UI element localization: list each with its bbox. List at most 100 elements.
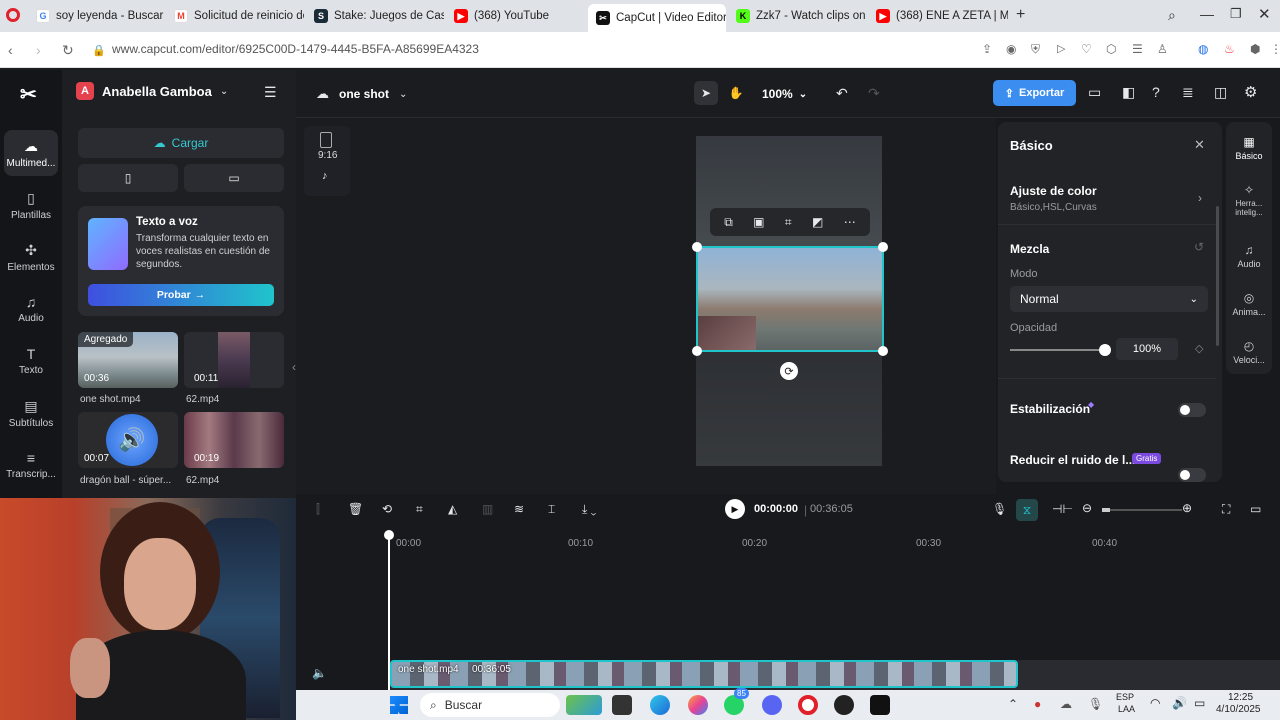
heart-icon[interactable]: ♡ xyxy=(1081,42,1092,56)
browser-tab-active[interactable]: ✂ CapCut | Video Editor | All xyxy=(588,4,726,32)
tiktok-icon[interactable]: ♪ xyxy=(322,170,328,182)
nav-templates[interactable]: ▯ Plantillas xyxy=(4,182,58,228)
capcut-logo-icon[interactable]: ✂ xyxy=(20,82,37,107)
ratio-phone-icon[interactable] xyxy=(320,132,332,148)
undo-icon[interactable]: ↶ xyxy=(836,85,848,102)
wifi-icon[interactable]: ◠ xyxy=(1150,696,1160,710)
forward-icon[interactable]: › xyxy=(36,42,41,58)
help-icon[interactable]: ? xyxy=(1152,84,1160,100)
nav-transcript[interactable]: ≡ Transcrip... xyxy=(4,442,58,488)
rail-audio[interactable]: ♫ Audio xyxy=(1226,238,1272,274)
feedback-icon[interactable]: ▭ xyxy=(1250,502,1261,516)
close-window-icon[interactable]: ✕ xyxy=(1258,5,1271,23)
opacity-slider[interactable] xyxy=(1010,349,1106,351)
zoom-in-icon[interactable]: ⊕ xyxy=(1182,501,1192,515)
search-tabs-icon[interactable]: ⌕ xyxy=(1168,7,1176,24)
mic-tray-icon[interactable]: 🎙 xyxy=(1088,697,1103,711)
present-icon[interactable]: ▭ xyxy=(1088,84,1101,101)
onedrive-icon[interactable]: ☁ xyxy=(1060,697,1072,711)
fit-icon[interactable]: ▣ xyxy=(753,215,764,229)
ratio-label[interactable]: 9:16 xyxy=(318,150,337,161)
export-button[interactable]: ⇪ Exportar xyxy=(993,80,1076,106)
new-tab-icon[interactable]: + xyxy=(1016,6,1025,24)
crop-icon[interactable]: ⌗ xyxy=(416,502,423,517)
menu-lines-icon[interactable]: ☰ xyxy=(1132,42,1143,56)
panel-menu-icon[interactable]: ☰ xyxy=(264,84,277,101)
keyframe-icon[interactable]: ◇ xyxy=(1195,342,1203,355)
crop-icon[interactable]: ⌗ xyxy=(785,215,792,230)
stabilization-toggle[interactable] xyxy=(1178,403,1206,417)
nav-audio[interactable]: ♫ Audio xyxy=(4,286,58,332)
split-icon[interactable]: ⫿ xyxy=(316,502,320,517)
widgets-icon[interactable] xyxy=(566,695,602,715)
play-icon[interactable]: ▷ xyxy=(1057,42,1065,55)
close-icon[interactable]: ✕ xyxy=(1194,137,1205,153)
nav-text[interactable]: T Texto xyxy=(4,338,58,384)
select-tool-button[interactable]: ➤ xyxy=(694,81,718,105)
browser-tab[interactable]: G soy leyenda - Buscar con G xyxy=(28,4,164,28)
chevron-up-icon[interactable]: ⌃ xyxy=(1008,697,1018,711)
minimize-icon[interactable]: — xyxy=(1200,6,1214,22)
edge-icon[interactable] xyxy=(650,695,670,715)
discord-icon[interactable] xyxy=(762,695,782,715)
nav-subtitles[interactable]: ▤ Subtítulos xyxy=(4,390,58,436)
obs-icon[interactable] xyxy=(834,695,854,715)
more-icon[interactable]: ⋮ xyxy=(1270,42,1280,56)
rail-animation[interactable]: ◎ Anima... xyxy=(1226,286,1272,322)
media-thumb[interactable]: 00:11 xyxy=(184,332,284,388)
browser-tab[interactable]: S Stake: Juegos de Casino O xyxy=(306,4,444,28)
file-explorer-icon[interactable] xyxy=(612,695,632,715)
delete-icon[interactable]: 🗑 xyxy=(348,502,363,516)
share-icon[interactable]: ⇪ xyxy=(982,42,992,56)
rail-basic[interactable]: ▦ Básico xyxy=(1226,130,1272,166)
opera-icon[interactable] xyxy=(6,8,20,22)
lang-label[interactable]: ESP xyxy=(1116,692,1134,702)
region-label[interactable]: LAA xyxy=(1118,704,1135,714)
restore-icon[interactable]: ❐ xyxy=(1230,6,1242,22)
noise-toggle[interactable] xyxy=(1178,468,1206,482)
volume-icon[interactable]: 🔊 xyxy=(1172,696,1187,710)
zoom-slider[interactable] xyxy=(1102,509,1182,511)
zoom-slider-knob[interactable] xyxy=(1102,508,1110,512)
box-icon[interactable]: ⬢ xyxy=(1250,42,1260,56)
taskbar-search[interactable]: ⌕ Buscar xyxy=(420,693,560,717)
fire-icon[interactable]: ♨ xyxy=(1224,42,1235,56)
browser-tab[interactable]: ▶ (368) ENE A ZETA | MOM xyxy=(868,4,1008,28)
screen-upload-button[interactable]: ▭ xyxy=(184,164,284,192)
magnet-button[interactable]: ⧖ xyxy=(1016,499,1038,521)
fit-timeline-icon[interactable]: ⛶ xyxy=(1222,502,1230,517)
zoom-selector[interactable]: 100% ⌄ xyxy=(762,87,807,101)
tray-icon[interactable]: ● xyxy=(1034,697,1041,711)
replace-icon[interactable]: ⧉ xyxy=(724,215,733,230)
mask-icon[interactable]: ◩ xyxy=(812,215,823,229)
battery-icon[interactable]: ▭ xyxy=(1194,696,1205,710)
freeze-icon[interactable]: ▥ xyxy=(482,502,493,516)
back-icon[interactable]: ‹ xyxy=(8,42,13,58)
browser-tab[interactable]: ▶ (368) YouTube xyxy=(446,4,586,28)
opacity-value[interactable]: 100% xyxy=(1116,338,1178,360)
redo-icon[interactable]: ↷ xyxy=(868,85,880,102)
publish-icon[interactable]: ◧ xyxy=(1122,84,1135,101)
settings-icon[interactable]: ⚙ xyxy=(1244,83,1257,101)
capcut-taskbar-icon[interactable] xyxy=(870,695,890,715)
copilot-icon[interactable] xyxy=(688,695,708,715)
url-field[interactable]: www.capcut.com/editor/6925C00D-1479-4445… xyxy=(112,42,479,56)
trim-icon[interactable]: ⌶ xyxy=(548,502,555,517)
split-view-icon[interactable]: ⊣⊢ xyxy=(1052,502,1073,516)
hand-tool-button[interactable]: ✋ xyxy=(724,81,748,105)
media-thumb[interactable]: Agregado 00:36 xyxy=(78,332,178,388)
loop-icon[interactable]: ⟲ xyxy=(382,502,392,516)
browser-tab[interactable]: K Zzk7 - Watch clips on Kick xyxy=(728,4,868,28)
media-thumb[interactable]: 🔊 00:07 xyxy=(78,412,178,468)
microphone-icon[interactable]: 🎙 xyxy=(992,502,1007,516)
clock-date[interactable]: 4/10/2025 xyxy=(1216,704,1261,715)
camera-icon[interactable]: ◉ xyxy=(1006,42,1016,56)
rotate-icon[interactable]: ⟳ xyxy=(780,362,798,380)
nav-media[interactable]: ☁ Multimed... xyxy=(4,130,58,176)
upload-button[interactable]: ☁ Cargar xyxy=(78,128,284,158)
clock-time[interactable]: 12:25 xyxy=(1228,692,1253,703)
mode-select[interactable]: Normal ⌄ xyxy=(1010,286,1208,312)
props-scrollbar[interactable] xyxy=(1216,206,1219,346)
user-menu[interactable]: A Anabella Gamboa ⌄ xyxy=(76,82,228,100)
reset-icon[interactable]: ↺ xyxy=(1194,240,1204,254)
